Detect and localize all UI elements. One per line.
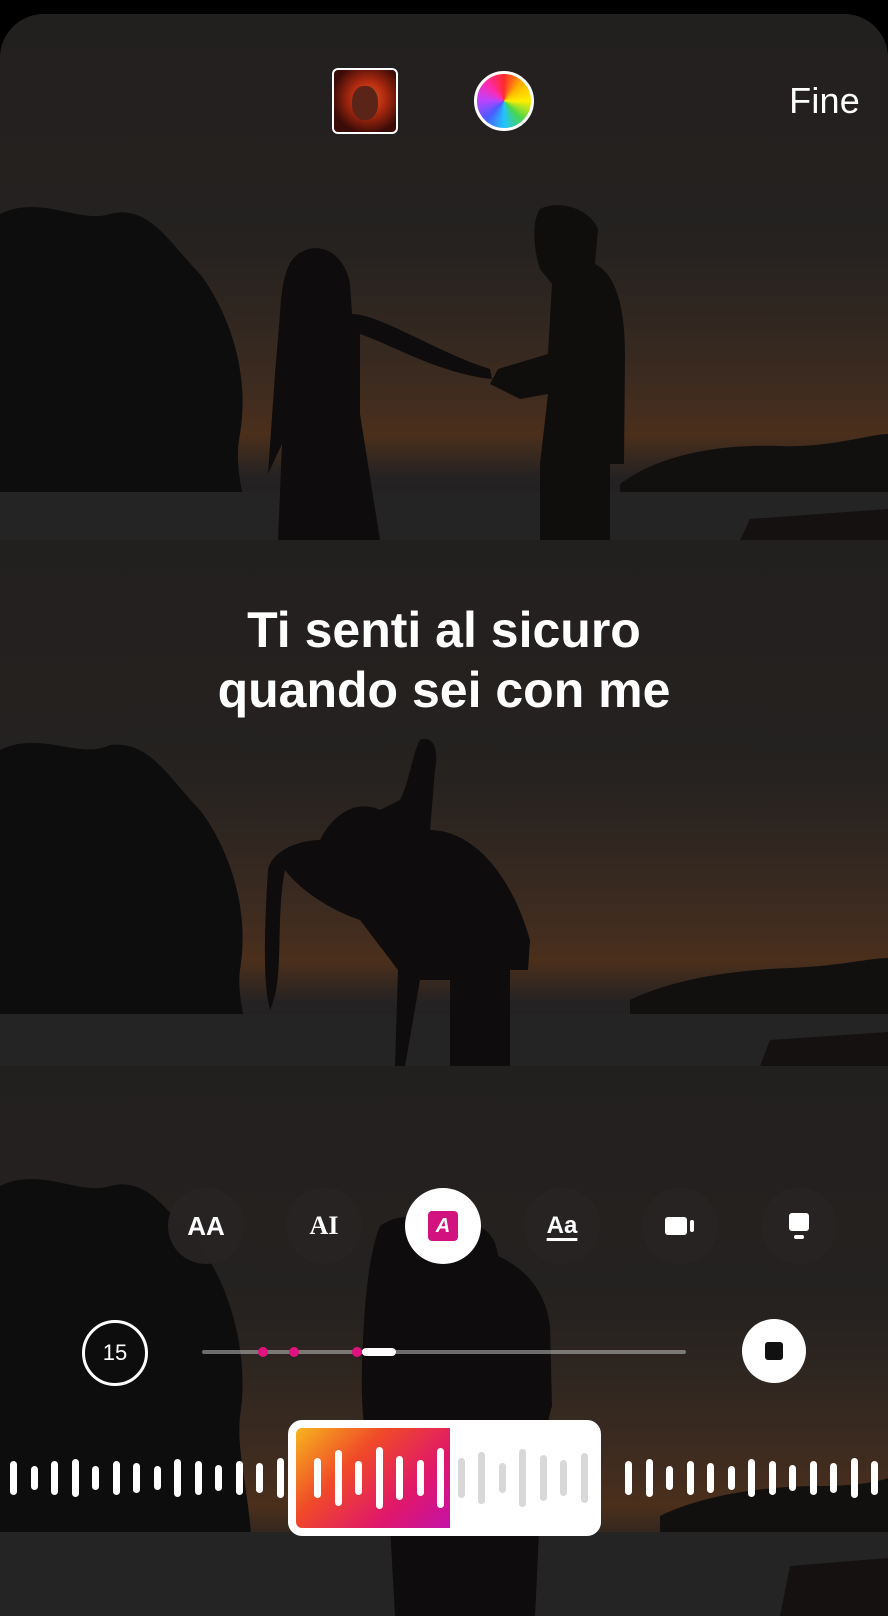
clip-selection-window[interactable] [288,1420,601,1536]
album-cover[interactable] [332,68,398,134]
waveform-bar [727,1466,735,1490]
video-clip-icon [665,1217,694,1235]
story-editor: Fine Ti senti al sicuro quando sei con m… [0,14,888,1616]
waveform-bar [748,1459,755,1497]
progress-track[interactable] [202,1347,686,1357]
waveform-bar [789,1465,796,1491]
text-style-underline-icon: Aa [546,1212,578,1239]
lyrics-line-2: quando sei con me [217,662,671,718]
waveform-bar [519,1449,526,1507]
waveform-bar [437,1448,444,1508]
lyric-marker [258,1347,268,1357]
waveform-bar [92,1466,99,1490]
waveform-bar [478,1452,485,1504]
waveform-bar [560,1460,567,1496]
stop-icon [765,1342,783,1360]
waveform-bar [768,1461,776,1495]
text-style-underline-button[interactable]: Aa [524,1188,600,1264]
waveform-bar [112,1461,120,1495]
lyrics-text[interactable]: Ti senti al sicuro quando sei con me [0,600,888,720]
waveform-bar [375,1447,383,1509]
waveform-bar [666,1466,673,1490]
waveform-bar [396,1456,403,1500]
waveform-bar [580,1453,588,1503]
album-cover-face [352,86,378,120]
waveform-bar [355,1461,362,1495]
stop-button[interactable] [742,1319,806,1383]
color-picker-button[interactable] [474,71,534,131]
video-frame-1 [0,14,888,540]
waveform-bar [625,1461,632,1495]
waveform-bar [314,1458,321,1498]
waveform-bar [334,1450,342,1506]
waveform-bar [256,1463,263,1493]
waveform-bar [30,1466,38,1490]
lyrics-style-bar: AA AI A Aa [0,1188,888,1266]
waveform-bar [707,1463,714,1493]
card-style-button[interactable] [761,1188,837,1264]
waveform-bar [235,1461,243,1495]
video-clip-button[interactable] [642,1188,718,1264]
waveform-bar [71,1459,79,1497]
waveform-bar [276,1458,284,1498]
waveform-bar [539,1455,547,1501]
text-style-ai-icon: AI [309,1211,339,1240]
playhead[interactable] [362,1348,396,1356]
text-style-highlight-icon: A [428,1211,458,1241]
lyrics-line-1: Ti senti al sicuro [247,602,641,658]
waveform-bar [498,1463,506,1493]
waveform-bar [830,1463,837,1493]
card-icon [789,1213,809,1239]
waveform-bar [133,1463,140,1493]
waveform-bar [645,1459,653,1497]
waveform-bar [10,1461,17,1495]
done-button[interactable]: Fine [789,80,860,122]
waveform-bar [850,1458,858,1498]
duration-button[interactable]: 15 [82,1320,148,1386]
waveform-bar [871,1461,878,1495]
waveform-bar [457,1458,465,1498]
waveform-bar [809,1461,817,1495]
waveform-bar [174,1459,181,1497]
lyric-marker [289,1347,299,1357]
waveform-bar [51,1461,58,1495]
text-style-aa-button[interactable]: AA [168,1188,244,1264]
waveform-bar [686,1461,694,1495]
waveform-bar [416,1460,424,1496]
text-style-ai-button[interactable]: AI [286,1188,362,1264]
lyric-marker [352,1347,362,1357]
text-style-highlight-button[interactable]: A [405,1188,481,1264]
waveform-bar [215,1465,222,1491]
waveform-bar [194,1461,202,1495]
waveform-bar [153,1466,161,1490]
text-style-aa-icon: AA [187,1210,225,1241]
